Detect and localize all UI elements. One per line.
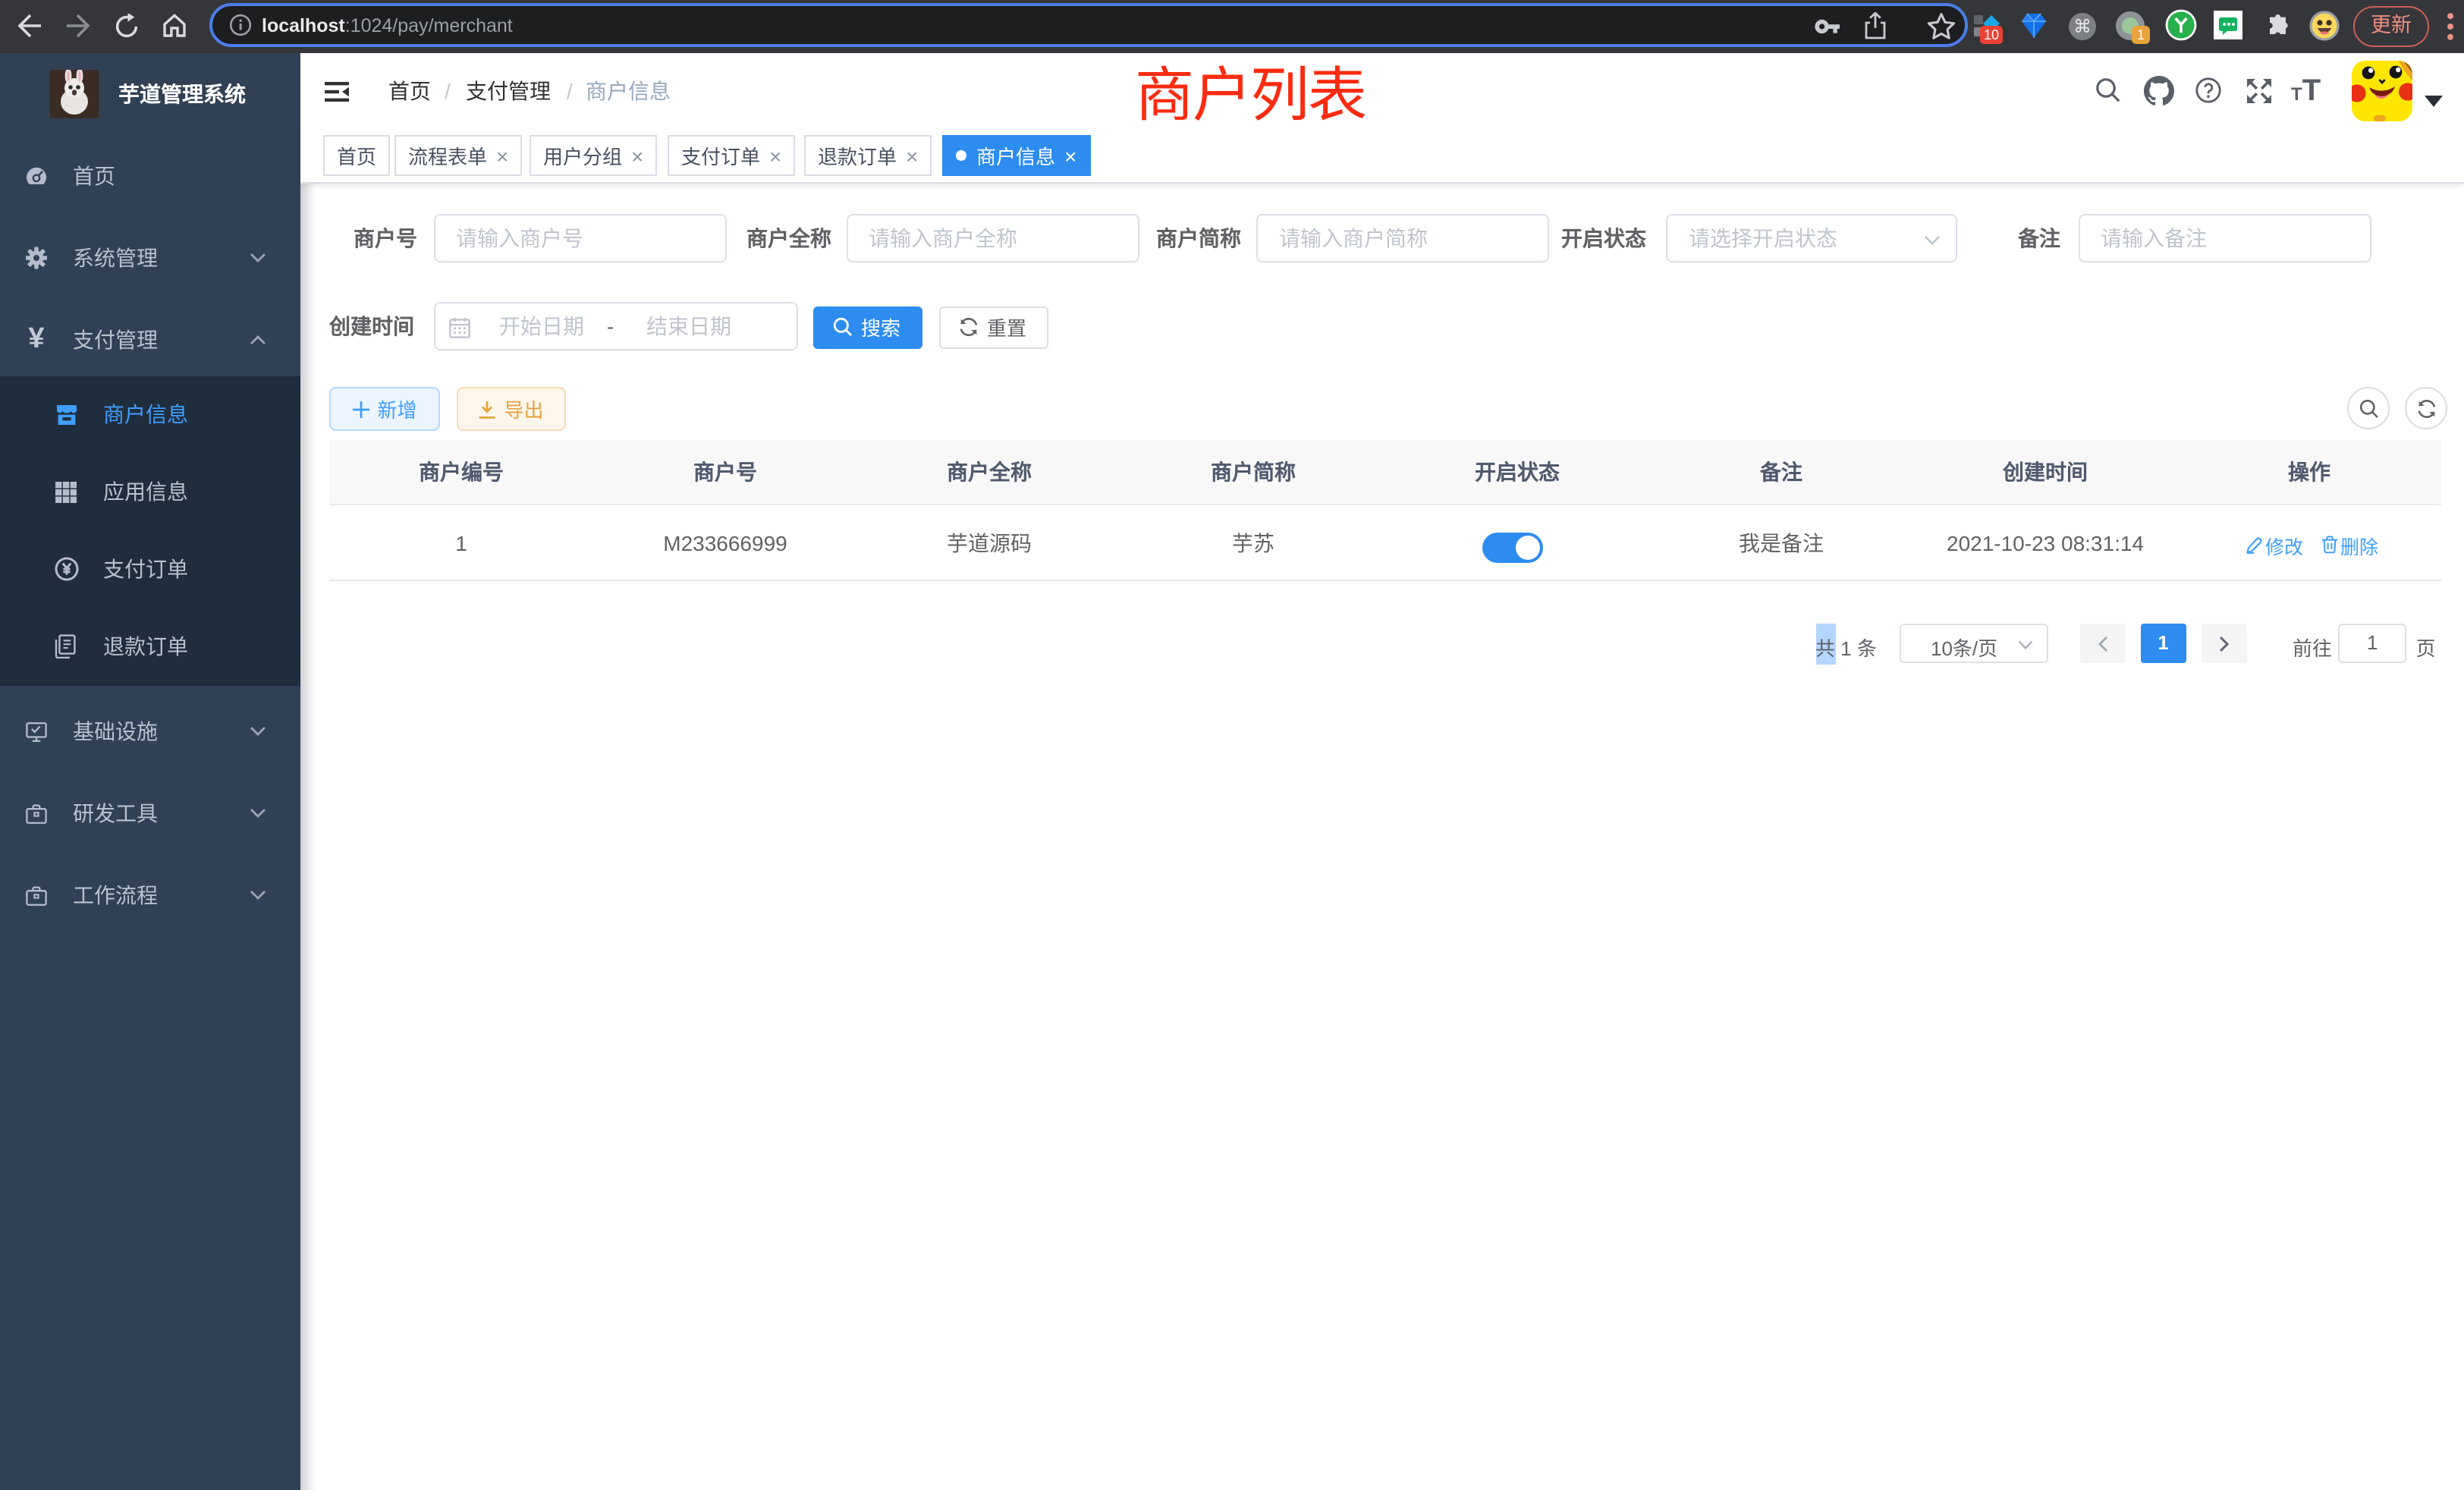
- svg-text:⌘: ⌘: [2073, 17, 2092, 37]
